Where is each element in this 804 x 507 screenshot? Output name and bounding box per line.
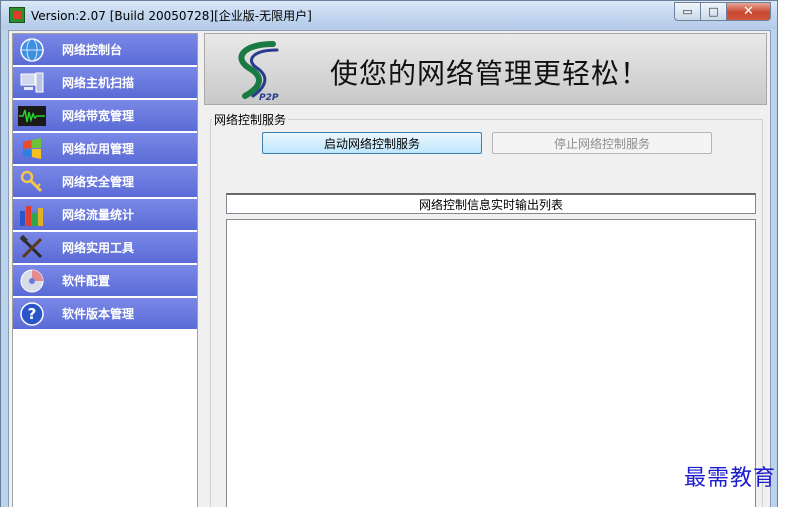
windows-flag-icon <box>17 135 47 163</box>
start-service-button[interactable]: 启动网络控制服务 <box>262 132 482 154</box>
banner-slogan: 使您的网络管理更轻松！ <box>330 57 650 90</box>
sidebar-item-label: 网络应用管理 <box>62 142 135 156</box>
sidebar-item-security[interactable]: 网络安全管理 <box>13 166 197 198</box>
help-icon: ? <box>17 300 47 328</box>
waveform-icon <box>17 102 47 130</box>
sidebar-item-label: 网络实用工具 <box>62 241 135 255</box>
sidebar-item-label: 软件配置 <box>62 274 111 288</box>
close-button[interactable]: ✕ <box>727 2 771 21</box>
service-group-title: 网络控制服务 <box>212 111 289 128</box>
sidebar-item-version[interactable]: ? 软件版本管理 <box>13 298 197 330</box>
main-panel: P2P 使您的网络管理更轻松！ 网络控制服务 启动网络控制服务 停止网络控制服务… <box>204 33 767 507</box>
p2p-logo-icon: P2P <box>223 40 293 103</box>
sidebar-item-label: 软件版本管理 <box>62 307 135 321</box>
sidebar-item-label: 网络带宽管理 <box>62 109 135 123</box>
logo-text: P2P <box>259 93 279 102</box>
app-icon <box>9 7 25 23</box>
minimize-button[interactable]: ▭ <box>674 2 701 21</box>
maximize-button[interactable]: □ <box>701 2 727 21</box>
key-shield-icon <box>17 168 47 196</box>
output-list-header: 网络控制信息实时输出列表 <box>226 193 756 214</box>
computer-icon <box>17 69 47 97</box>
app-window: Version:2.07 [Build 20050728][企业版-无限用户] … <box>0 0 778 507</box>
output-list[interactable] <box>226 219 756 507</box>
title-bar[interactable]: Version:2.07 [Build 20050728][企业版-无限用户] … <box>1 1 777 29</box>
window-title: Version:2.07 [Build 20050728][企业版-无限用户] <box>31 9 312 23</box>
sidebar-item-host-scan[interactable]: 网络主机扫描 <box>13 67 197 99</box>
banner: P2P 使您的网络管理更轻松！ <box>204 33 767 105</box>
stop-service-button[interactable]: 停止网络控制服务 <box>492 132 712 154</box>
globe-icon <box>17 36 47 64</box>
cd-icon <box>17 267 47 295</box>
sidebar-item-label: 网络安全管理 <box>62 175 135 189</box>
tools-icon <box>17 234 47 262</box>
sidebar-item-app-manage[interactable]: 网络应用管理 <box>13 133 197 165</box>
window-controls: ▭ □ ✕ <box>674 2 771 21</box>
sidebar-item-label: 网络主机扫描 <box>62 76 135 90</box>
sidebar-item-label: 网络控制台 <box>62 43 123 57</box>
bar-chart-icon <box>17 201 47 229</box>
sidebar-item-utilities[interactable]: 网络实用工具 <box>13 232 197 264</box>
watermark-text: 最需教育 <box>684 466 777 491</box>
sidebar-item-traffic-stats[interactable]: 网络流量统计 <box>13 199 197 231</box>
client-area: 网络控制台 网络主机扫描 网络带宽管理 网络应用管理 网络安全管理 网络流量统计… <box>8 30 771 507</box>
sidebar-item-bandwidth[interactable]: 网络带宽管理 <box>13 100 197 132</box>
minimize-icon: ▭ <box>682 5 693 18</box>
maximize-icon: □ <box>708 5 719 18</box>
sidebar-item-console[interactable]: 网络控制台 <box>13 34 197 66</box>
sidebar-item-label: 网络流量统计 <box>62 208 135 222</box>
svg-text:?: ? <box>28 305 37 323</box>
sidebar-item-config[interactable]: 软件配置 <box>13 265 197 297</box>
close-icon: ✕ <box>743 4 754 19</box>
sidebar: 网络控制台 网络主机扫描 网络带宽管理 网络应用管理 网络安全管理 网络流量统计… <box>12 33 198 507</box>
